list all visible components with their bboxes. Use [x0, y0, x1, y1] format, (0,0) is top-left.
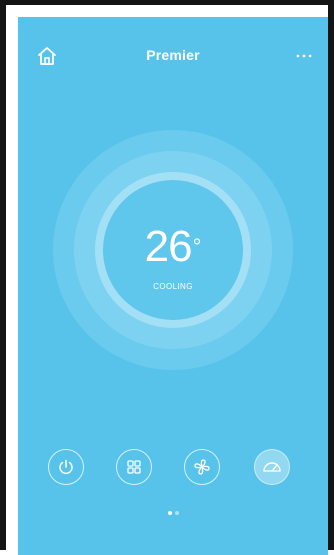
temperature-display: 26°: [53, 225, 293, 269]
app-header: Premier: [18, 17, 328, 77]
fan-icon: [194, 459, 210, 475]
temperature-value: 26: [144, 222, 193, 271]
speed-button[interactable]: [254, 449, 290, 485]
more-icon[interactable]: [292, 49, 316, 63]
page-dot[interactable]: [174, 511, 179, 515]
page-dot[interactable]: [167, 511, 172, 515]
temperature-dial[interactable]: 26° COOLING: [53, 130, 293, 370]
fan-button[interactable]: [184, 449, 220, 485]
page-indicator: [18, 511, 328, 515]
device-frame: Premier 26° COOLING: [0, 0, 334, 555]
mode-label: COOLING: [153, 282, 193, 291]
control-bar: [18, 437, 328, 497]
temperature-unit: °: [192, 234, 202, 259]
speedometer-icon: [263, 462, 281, 472]
grid-icon: [127, 460, 141, 474]
power-button[interactable]: [48, 449, 84, 485]
page-title: Premier: [146, 47, 200, 63]
app-screen: Premier 26° COOLING: [18, 17, 328, 555]
mode-button[interactable]: [116, 449, 152, 485]
power-icon: [59, 459, 73, 475]
